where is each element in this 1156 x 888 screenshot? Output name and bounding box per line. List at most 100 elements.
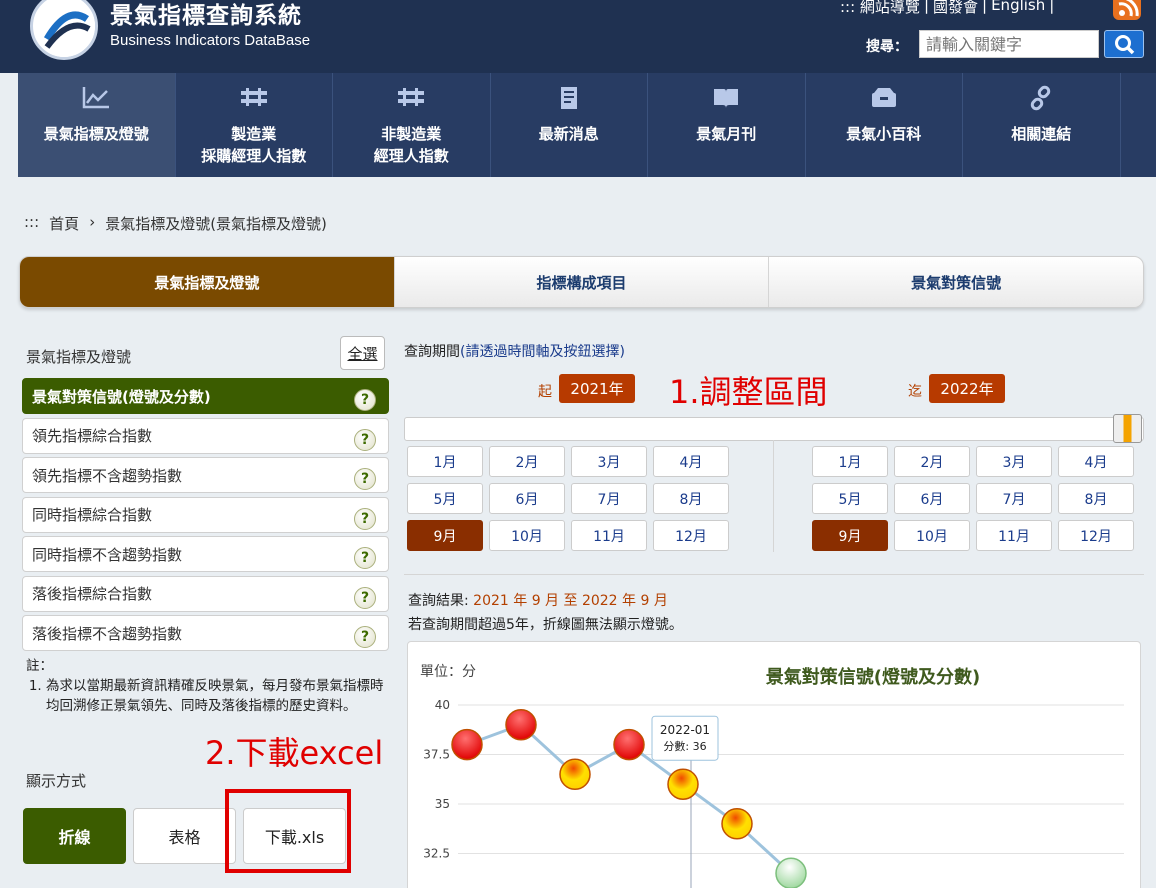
nav-item-manufacturing-pmi[interactable]: 製造業 採購經理人指數 xyxy=(176,73,333,177)
help-icon[interactable]: ? xyxy=(354,389,376,411)
breadcrumb-home[interactable]: 首頁 xyxy=(49,213,79,234)
to-month-button[interactable]: 2月 xyxy=(894,446,970,477)
nav-item-label: 製造業 採購經理人指數 xyxy=(201,125,307,165)
from-month-button[interactable]: 10月 xyxy=(489,520,565,551)
nav-item-monthly[interactable]: 景氣月刊 xyxy=(648,73,806,177)
tab-signal[interactable]: 景氣對策信號 xyxy=(769,257,1143,307)
from-month-button[interactable]: 8月 xyxy=(653,483,729,514)
english-link[interactable]: English xyxy=(991,0,1045,17)
annotation-highlight-box xyxy=(225,789,351,873)
from-month-button[interactable]: 2月 xyxy=(489,446,565,477)
divider xyxy=(773,440,774,552)
from-month-button[interactable]: 12月 xyxy=(653,520,729,551)
from-month-button[interactable]: 9月 xyxy=(407,520,483,551)
nav-item-label: 非製造業 經理人指數 xyxy=(373,125,449,165)
logo[interactable] xyxy=(30,0,98,60)
to-month-button[interactable]: 5月 xyxy=(812,483,888,514)
indicator-list-title: 景氣指標及燈號 xyxy=(26,348,132,366)
chart-tooltip-value: 分數: 36 xyxy=(663,740,706,753)
from-month-button[interactable]: 11月 xyxy=(571,520,647,551)
to-month-button[interactable]: 3月 xyxy=(976,446,1052,477)
indicator-item[interactable]: 落後指標不含趨勢指數? xyxy=(22,615,389,651)
to-month-button[interactable]: 1月 xyxy=(812,446,888,477)
chart-point-2021-09 xyxy=(451,728,483,761)
footnote: 註： 為求以當期最新資訊精確反映景氣，每月發布景氣指標時均回溯修正景氣領先、同時… xyxy=(26,656,386,716)
to-month-button[interactable]: 8月 xyxy=(1058,483,1134,514)
chart-title: 景氣對策信號(燈號及分數) xyxy=(766,666,980,688)
indicator-label: 領先指標不含趨勢指數 xyxy=(32,466,183,485)
from-month-button[interactable]: 1月 xyxy=(407,446,483,477)
chart-point-2022-01 xyxy=(667,768,699,800)
to-month-button[interactable]: 6月 xyxy=(894,483,970,514)
search-button[interactable] xyxy=(1104,30,1144,58)
period-hint: (請透過時間軸及按鈕選擇) xyxy=(460,344,625,360)
nav-item-label: 景氣月刊 xyxy=(696,125,757,143)
nav-item-encyclopedia[interactable]: 景氣小百科 xyxy=(806,73,963,177)
to-month-button[interactable]: 12月 xyxy=(1058,520,1134,551)
footnote-item: 為求以當期最新資訊精確反映景氣，每月發布景氣指標時均回溯修正景氣領先、同時及落後… xyxy=(46,676,386,716)
tab-bar: 景氣指標及燈號 指標構成項目 景氣對策信號 xyxy=(19,256,1144,308)
indicator-label: 同時指標綜合指數 xyxy=(32,506,153,524)
nav-item-label: 相關連結 xyxy=(1011,125,1072,143)
help-icon[interactable]: ? xyxy=(354,626,376,648)
indicator-item[interactable]: 領先指標綜合指數? xyxy=(22,417,389,454)
to-month-button[interactable]: 11月 xyxy=(976,520,1052,551)
site-title[interactable]: 景氣指標查詢系統 xyxy=(110,0,302,30)
nav-item-indicators[interactable]: 景氣指標及燈號 xyxy=(18,73,176,177)
table-view-button[interactable]: 表格 xyxy=(133,808,236,864)
to-month-button[interactable]: 4月 xyxy=(1058,446,1134,477)
to-month-button[interactable]: 10月 xyxy=(894,520,970,551)
indicator-item[interactable]: 領先指標不含趨勢指數? xyxy=(22,457,389,493)
separator: | xyxy=(923,0,929,14)
from-year-badge: 2021年 xyxy=(559,374,635,403)
link-icon xyxy=(1031,85,1051,111)
nav-item-non-manufacturing-nmi[interactable]: 非製造業 經理人指數 xyxy=(333,73,491,177)
nav-item-label: 最新消息 xyxy=(538,125,599,143)
from-month-button[interactable]: 7月 xyxy=(571,483,647,514)
nav-item-links[interactable]: 相關連結 xyxy=(963,73,1121,177)
timeline-slider-track[interactable] xyxy=(404,417,1144,441)
to-month-button[interactable]: 9月 xyxy=(812,520,888,551)
annotation-download: 2.下載excel xyxy=(205,734,384,772)
site-header: 景氣指標查詢系統 Business Indicators DataBase ::… xyxy=(0,0,1156,73)
from-month-button[interactable]: 3月 xyxy=(571,446,647,477)
chart-point-2022-02 xyxy=(721,808,753,840)
divider xyxy=(404,574,1144,575)
rss-icon[interactable] xyxy=(1113,0,1141,20)
chart-ytick-label: 40 xyxy=(435,698,450,712)
period-title: 查詢期間(請透過時間軸及按鈕選擇) xyxy=(404,341,625,361)
indicator-label: 落後指標綜合指數 xyxy=(32,585,153,603)
to-year-badge: 2022年 xyxy=(929,374,1005,403)
period-title-text: 查詢期間 xyxy=(404,344,460,360)
line-view-button[interactable]: 折線 xyxy=(23,808,126,864)
breadcrumb-separator: › xyxy=(89,213,96,231)
indicator-item[interactable]: 景氣對策信號(燈號及分數)? xyxy=(22,378,389,414)
indicator-item[interactable]: 同時指標不含趨勢指數? xyxy=(22,536,389,572)
select-all-button[interactable]: 全選 xyxy=(340,336,385,370)
indicator-item[interactable]: 同時指標綜合指數? xyxy=(22,496,389,533)
tab-components[interactable]: 指標構成項目 xyxy=(395,257,770,307)
annotation-adjust-range: 1.調整區間 xyxy=(669,373,828,411)
chart-ytick-label: 37.5 xyxy=(423,748,450,762)
chart-point-2021-11 xyxy=(559,758,591,791)
chart-ylabel: 單位：分 xyxy=(420,664,476,680)
help-icon[interactable]: ? xyxy=(354,428,376,451)
indicator-item[interactable]: 落後指標綜合指數? xyxy=(22,575,389,612)
timeline-slider-handle[interactable] xyxy=(1113,414,1142,443)
help-icon[interactable]: ? xyxy=(354,507,376,530)
gauge-icon xyxy=(398,88,425,106)
tab-indicators[interactable]: 景氣指標及燈號 xyxy=(20,257,395,307)
from-month-button[interactable]: 5月 xyxy=(407,483,483,514)
nav-item-news[interactable]: 最新消息 xyxy=(491,73,648,177)
from-month-button[interactable]: 4月 xyxy=(653,446,729,477)
sitemap-link[interactable]: ::: 網站導覽 xyxy=(840,0,920,17)
help-icon[interactable]: ? xyxy=(354,547,376,569)
chart-ytick-label: 32.5 xyxy=(423,847,450,861)
search-input[interactable] xyxy=(919,30,1099,58)
to-month-button[interactable]: 7月 xyxy=(976,483,1052,514)
help-icon[interactable]: ? xyxy=(354,586,376,609)
footnote-title: 註： xyxy=(26,658,53,674)
ndc-link[interactable]: 國發會 xyxy=(933,0,978,17)
help-icon[interactable]: ? xyxy=(354,468,376,490)
from-month-button[interactable]: 6月 xyxy=(489,483,565,514)
